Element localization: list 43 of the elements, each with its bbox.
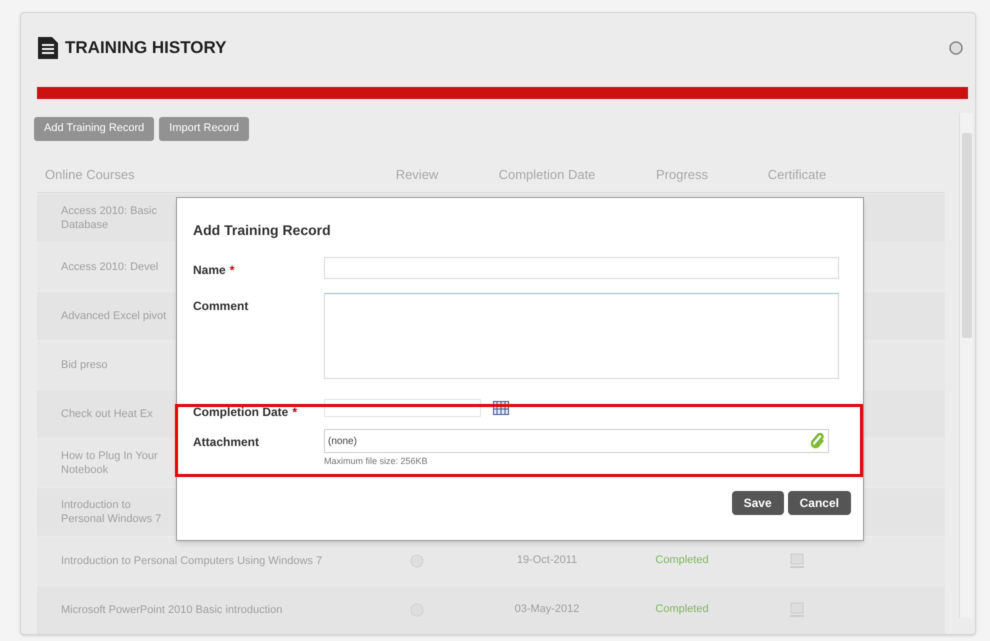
completion-date: 19-Oct-2011 <box>516 553 578 568</box>
comment-input-field[interactable] <box>324 293 839 379</box>
course-name: Microsoft PowerPoint 2010 Basic introduction <box>61 602 284 616</box>
completion-date: 03-May-2012 <box>514 602 580 618</box>
field-label: Comment <box>193 299 248 313</box>
dialog-title: Add Training Record <box>193 221 332 240</box>
dialog-button[interactable]: Cancel <box>788 490 851 514</box>
certificate-icon[interactable] <box>789 552 805 568</box>
review-icon[interactable] <box>410 554 424 568</box>
course-name: Advanced Excel pivot <box>61 308 168 322</box>
column-header: Certificate <box>766 166 828 184</box>
table-row[interactable]: Microsoft PowerPoint 2010 Basic introduction 03-May-2012 Completed <box>37 586 945 634</box>
progress-status: Completed <box>654 553 710 568</box>
column-header: Review <box>394 166 440 184</box>
progress-status: Completed <box>654 602 710 618</box>
dialog-button[interactable]: Save <box>732 490 784 514</box>
toolbar-button[interactable]: Import Record <box>159 116 249 140</box>
required-mark: * <box>292 405 298 419</box>
column-header: Completion Date <box>498 166 596 184</box>
file-size-hint: Maximum file size: 256KB <box>324 455 429 468</box>
paperclip-icon[interactable] <box>811 433 825 449</box>
panel-title: TRAINING HISTORY <box>65 37 227 59</box>
course-name: Introduction to Personal Computers Using Windows 7 <box>61 554 324 568</box>
course-name: Introduction to Personal Windows 7 <box>61 498 162 526</box>
column-header: Online Courses <box>44 166 136 184</box>
close-icon[interactable] <box>949 40 963 55</box>
course-name: Access 2010: Basic Database <box>61 204 158 232</box>
field-label: Name <box>193 263 226 277</box>
course-name: How to Plug In Your Notebook <box>61 448 159 476</box>
course-name: Access 2010: Devel <box>61 260 160 274</box>
course-name: Check out Heat Ex <box>61 406 154 420</box>
certificate-icon[interactable] <box>789 602 805 618</box>
scrollbar-thumb[interactable] <box>962 133 972 338</box>
field-label: Attachment <box>193 435 260 449</box>
table-row[interactable]: Introduction to Personal Computers Using Windows 7 19-Oct-2011 Completed <box>37 536 945 584</box>
required-mark: * <box>230 263 234 277</box>
document-icon <box>37 36 59 60</box>
attachment-field[interactable]: (none) <box>324 429 829 453</box>
column-header: Progress <box>654 166 710 184</box>
course-name: Bid preso <box>61 358 108 372</box>
name-input-field[interactable] <box>324 257 839 279</box>
field-label: Completion Date <box>193 405 288 419</box>
toolbar-button[interactable]: Add Training Record <box>34 116 154 140</box>
